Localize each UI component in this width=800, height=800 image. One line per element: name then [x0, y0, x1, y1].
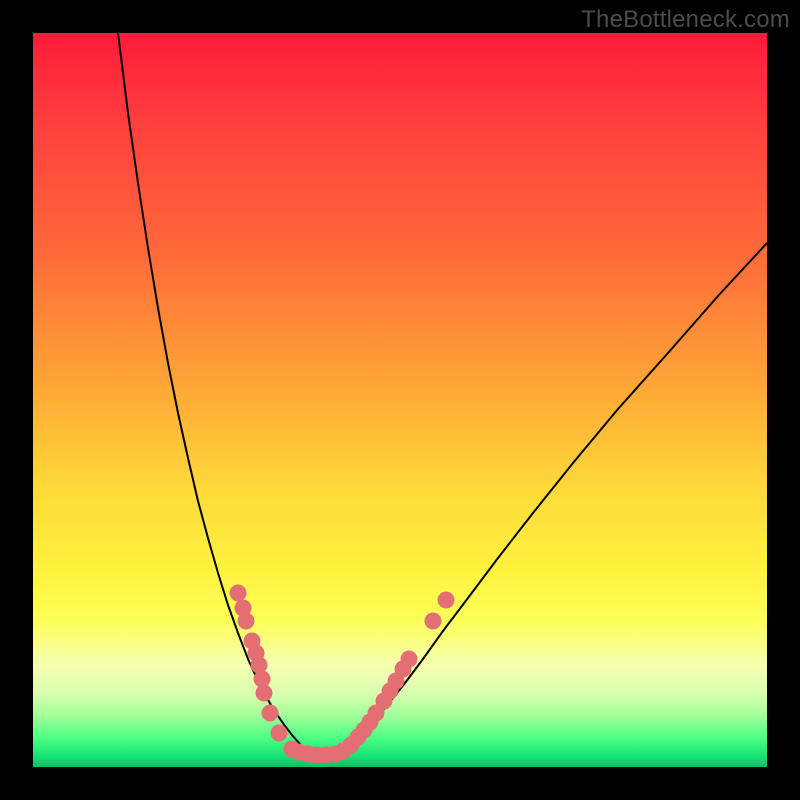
- data-point: [438, 592, 455, 609]
- data-point: [271, 725, 288, 742]
- data-point: [256, 685, 273, 702]
- data-point: [425, 613, 442, 630]
- data-point: [262, 705, 279, 722]
- chart-frame: TheBottleneck.com: [0, 0, 800, 800]
- scatter-group: [230, 585, 455, 764]
- watermark-text: TheBottleneck.com: [581, 6, 790, 34]
- bottleneck-curve: [118, 33, 767, 755]
- data-point: [401, 651, 418, 668]
- data-point: [238, 613, 255, 630]
- data-point: [230, 585, 247, 602]
- data-point: [251, 657, 268, 674]
- curve-group: [118, 33, 767, 755]
- chart-svg: [33, 33, 767, 767]
- plot-area: [33, 33, 767, 767]
